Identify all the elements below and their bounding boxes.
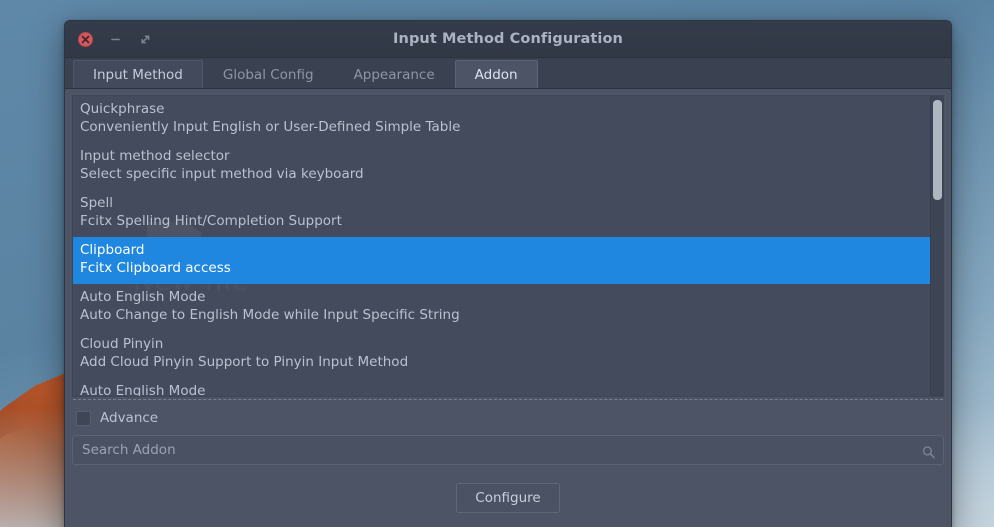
addon-description: Fcitx Clipboard access <box>80 260 231 276</box>
tab-global-config[interactable]: Global Config <box>203 60 334 88</box>
addon-name: Input method selector <box>80 148 230 164</box>
advance-checkbox-row[interactable]: Advance <box>65 400 951 435</box>
tab-appearance[interactable]: Appearance <box>334 60 455 88</box>
list-item-selected[interactable]: Clipboard Fcitx Clipboard access <box>73 237 943 284</box>
advance-label: Advance <box>100 410 159 426</box>
addon-description: Fcitx Spelling Hint/Completion Support <box>80 213 342 229</box>
addon-description: Conveniently Input English or User-Defin… <box>80 119 461 135</box>
window-controls <box>65 31 153 47</box>
tab-input-method[interactable]: Input Method <box>73 60 203 88</box>
list-item[interactable]: Input method selector Select specific in… <box>73 143 943 190</box>
addon-name: Clipboard <box>80 242 145 258</box>
list-item[interactable]: Spell Fcitx Spelling Hint/Completion Sup… <box>73 190 943 237</box>
addon-list[interactable]: New file Quickphrase Conveniently Input … <box>73 96 943 396</box>
addon-name: Spell <box>80 195 113 211</box>
configure-button[interactable]: Configure <box>456 483 560 513</box>
search-input[interactable] <box>72 435 944 465</box>
addon-list-panel: New file Quickphrase Conveniently Input … <box>72 95 944 397</box>
search-field-wrapper <box>72 435 944 465</box>
scrollbar-thumb[interactable] <box>933 100 942 200</box>
addon-description: Auto Change to English Mode while Input … <box>80 307 460 323</box>
maximize-icon[interactable] <box>137 31 153 47</box>
addon-name: Cloud Pinyin <box>80 336 164 352</box>
button-row: Configure <box>65 465 951 513</box>
vertical-scrollbar[interactable] <box>930 96 943 396</box>
minimize-icon[interactable] <box>107 31 123 47</box>
tab-addon[interactable]: Addon <box>454 60 538 88</box>
desktop-background: Input Method Configuration Input Method … <box>0 0 994 527</box>
addon-name: Quickphrase <box>80 101 165 117</box>
window-content: New file Quickphrase Conveniently Input … <box>65 89 951 527</box>
tab-bar: Input Method Global Config Appearance Ad… <box>65 58 951 89</box>
advance-checkbox[interactable] <box>76 410 91 426</box>
list-item[interactable]: Cloud Pinyin Add Cloud Pinyin Support to… <box>73 331 943 378</box>
search-clear-icon[interactable] <box>922 444 935 459</box>
addon-name: Auto English Mode <box>80 383 206 396</box>
list-item[interactable]: Auto English Mode <box>73 378 943 396</box>
list-item[interactable]: Quickphrase Conveniently Input English o… <box>73 96 943 143</box>
addon-name: Auto English Mode <box>80 289 206 305</box>
list-item[interactable]: Auto English Mode Auto Change to English… <box>73 284 943 331</box>
close-icon[interactable] <box>78 31 93 47</box>
addon-description: Select specific input method via keyboar… <box>80 166 364 182</box>
input-method-configuration-window: Input Method Configuration Input Method … <box>64 20 952 527</box>
window-titlebar[interactable]: Input Method Configuration <box>65 21 951 58</box>
addon-description: Add Cloud Pinyin Support to Pinyin Input… <box>80 354 409 370</box>
window-title: Input Method Configuration <box>393 31 623 47</box>
